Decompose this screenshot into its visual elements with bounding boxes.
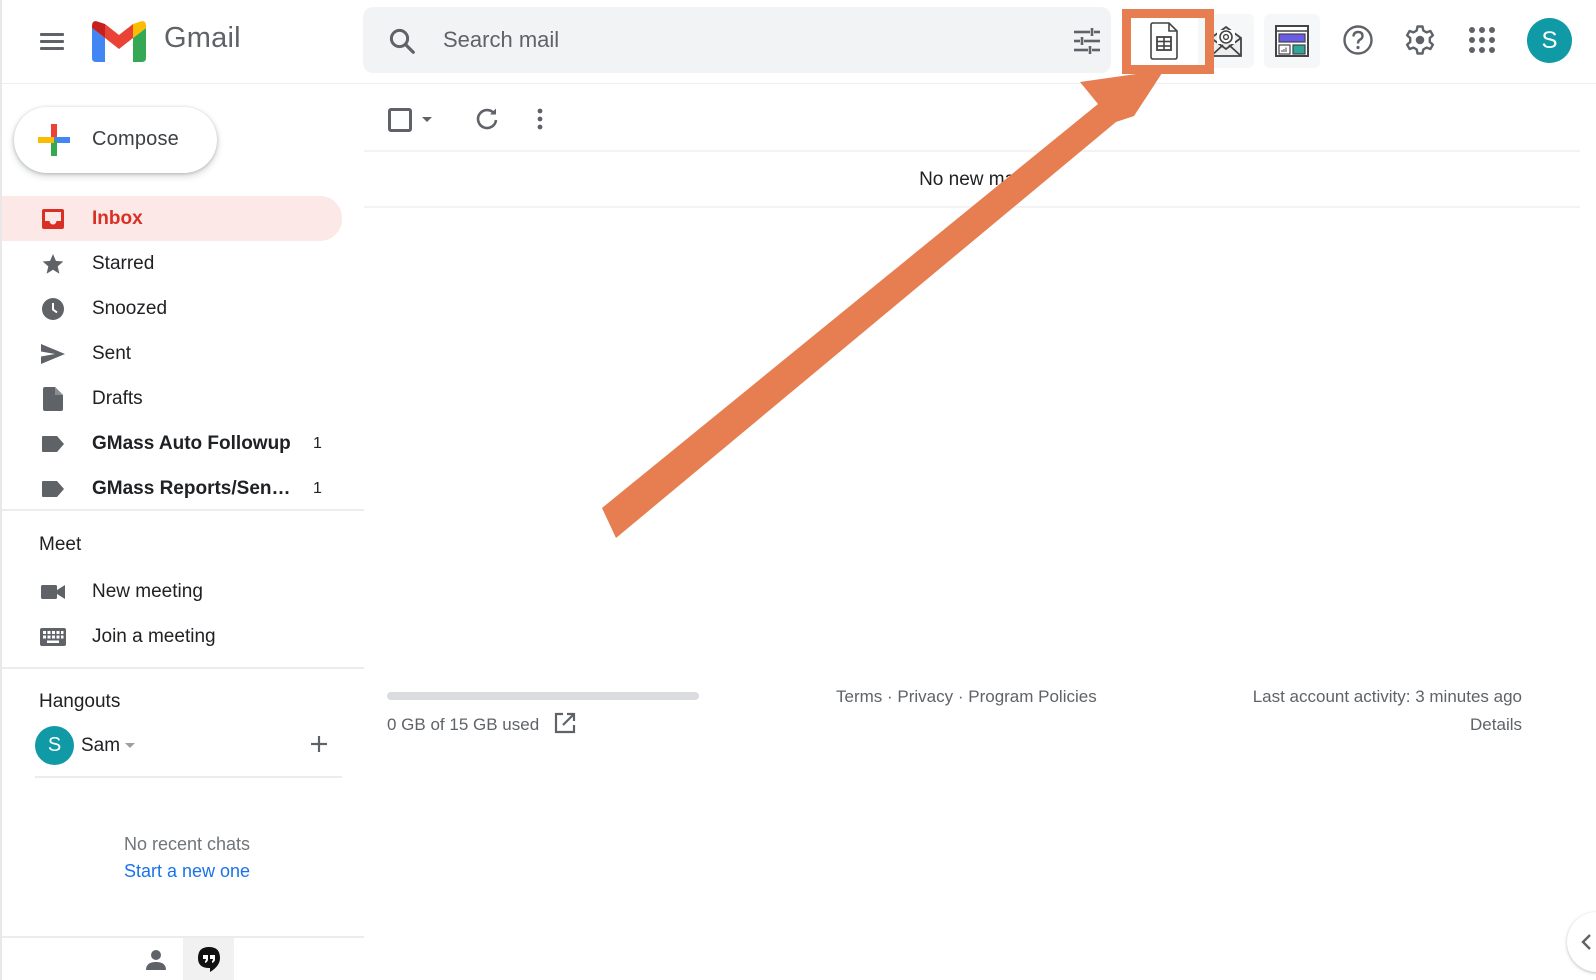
sheets-icon: [1150, 22, 1178, 60]
account-avatar[interactable]: S: [1527, 18, 1572, 63]
join-meeting-link[interactable]: Join a meeting: [2, 615, 342, 659]
storage-usage-bar: [387, 692, 699, 700]
open-in-new-icon[interactable]: [553, 711, 577, 735]
sidebar-divider: [2, 509, 364, 511]
meet-item-label: Join a meeting: [92, 626, 216, 647]
hangouts-avatar: S: [35, 726, 74, 765]
app-title: Gmail: [164, 22, 241, 54]
hangouts-divider: [35, 776, 342, 778]
empty-inbox-row: No new mail!: [364, 152, 1580, 208]
sidebar-item-label: GMass Auto Followup: [92, 432, 291, 454]
activity-details-link[interactable]: Details: [1470, 715, 1522, 735]
menu-line: [40, 40, 64, 43]
compose-label: Compose: [92, 128, 179, 150]
program-policies-link[interactable]: Program Policies: [968, 687, 1097, 706]
top-header: Gmail Search mail S: [2, 0, 1596, 84]
sidebar-divider: [2, 667, 364, 669]
gear-icon: [1405, 25, 1435, 55]
mail-toolbar: [364, 86, 1580, 152]
hangouts-user-name[interactable]: Sam: [81, 735, 120, 757]
sidebar-item-drafts[interactable]: Drafts: [2, 376, 342, 421]
new-meeting-link[interactable]: New meeting: [2, 570, 342, 614]
gmail-logo-icon[interactable]: [92, 20, 146, 62]
dashboard-icon: [1275, 25, 1309, 57]
sidebar-nav: Inbox Starred Snoozed Sent Drafts GMass …: [2, 196, 342, 511]
sidebar-item-label: Sent: [92, 342, 132, 364]
settings-button[interactable]: [1402, 22, 1438, 58]
help-button[interactable]: [1340, 22, 1376, 58]
menu-line: [40, 47, 64, 50]
hangouts-heading: Hangouts: [39, 691, 121, 712]
compose-plus-icon: [38, 124, 70, 156]
send-icon: [41, 344, 65, 364]
hangouts-bottom-bar: [2, 936, 364, 980]
keyboard-icon: [40, 628, 66, 646]
sidebar-item-starred[interactable]: Starred: [2, 241, 342, 286]
new-chat-plus-icon[interactable]: [303, 728, 335, 760]
sidebar-item-snoozed[interactable]: Snoozed: [2, 286, 342, 331]
select-all-checkbox[interactable]: [388, 108, 412, 132]
chevron-left-icon: [1581, 934, 1591, 950]
start-new-chat-link[interactable]: Start a new one: [2, 861, 372, 882]
hangouts-tab[interactable]: [183, 938, 234, 980]
unread-count: 1: [313, 479, 322, 497]
meet-heading: Meet: [39, 534, 82, 555]
terms-link[interactable]: Terms: [836, 687, 882, 706]
gmass-sheets-button[interactable]: [1136, 14, 1192, 68]
contacts-person-icon[interactable]: [142, 946, 170, 974]
sidebar-item-label: Snoozed: [92, 297, 168, 319]
menu-line: [40, 33, 64, 36]
apps-grid-icon: [1469, 27, 1495, 53]
sidebar-item-gmass-auto-followup[interactable]: GMass Auto Followup 1: [2, 421, 342, 466]
status-dropdown-icon[interactable]: [125, 743, 135, 748]
clock-icon: [42, 298, 64, 320]
sidebar-item-label: GMass Reports/Sen…: [92, 477, 291, 499]
unread-count: 1: [313, 434, 322, 452]
sidebar-item-label: Starred: [92, 252, 155, 274]
hangouts-icon: [197, 947, 220, 972]
sidebar-item-label: Inbox: [92, 207, 143, 229]
search-input[interactable]: [443, 19, 1003, 61]
gmass-mail-button[interactable]: [1198, 14, 1254, 68]
label-icon: [42, 481, 64, 497]
empty-inbox-message: No new mail!: [919, 169, 1029, 190]
footer-separator: ·: [953, 687, 969, 706]
select-dropdown-icon[interactable]: [422, 117, 432, 122]
storage-usage-text: 0 GB of 15 GB used: [387, 715, 540, 734]
hangouts-user: S Sam: [35, 726, 345, 766]
gmail-window: Gmail Search mail S Compose Inbox Starre…: [0, 0, 1596, 980]
google-apps-button[interactable]: [1464, 22, 1500, 58]
video-camera-icon: [41, 585, 65, 599]
sidebar-item-label: Drafts: [92, 387, 143, 409]
compose-button[interactable]: Compose: [14, 107, 217, 173]
star-icon: [42, 254, 64, 274]
no-recent-chats-text: No recent chats: [123, 834, 251, 854]
sidebar-item-inbox[interactable]: Inbox: [2, 196, 342, 241]
sidebar-item-gmass-reports[interactable]: GMass Reports/Sen… 1: [2, 466, 342, 511]
search-options-icon[interactable]: [1073, 28, 1101, 54]
main-menu-button[interactable]: [36, 26, 68, 58]
draft-icon: [43, 387, 63, 411]
last-activity-text: Last account activity: 3 minutes ago: [1252, 687, 1522, 706]
search-icon[interactable]: [387, 26, 417, 56]
footer-separator: ·: [882, 687, 898, 706]
meet-item-label: New meeting: [92, 581, 203, 602]
refresh-icon[interactable]: [472, 104, 502, 134]
privacy-link[interactable]: Privacy: [897, 687, 953, 706]
gmass-dashboard-button[interactable]: [1264, 14, 1320, 68]
inbox-icon: [42, 209, 64, 229]
footer-links: Terms · Privacy · Program Policies: [836, 687, 1097, 707]
sidebar-item-sent[interactable]: Sent: [2, 331, 342, 376]
mail-merge-icon: [1210, 25, 1242, 57]
side-panel-toggle[interactable]: [1567, 912, 1596, 972]
search-bar: [363, 7, 1111, 73]
more-options-icon[interactable]: [530, 104, 550, 134]
label-icon: [42, 436, 64, 452]
help-icon: [1343, 25, 1373, 55]
